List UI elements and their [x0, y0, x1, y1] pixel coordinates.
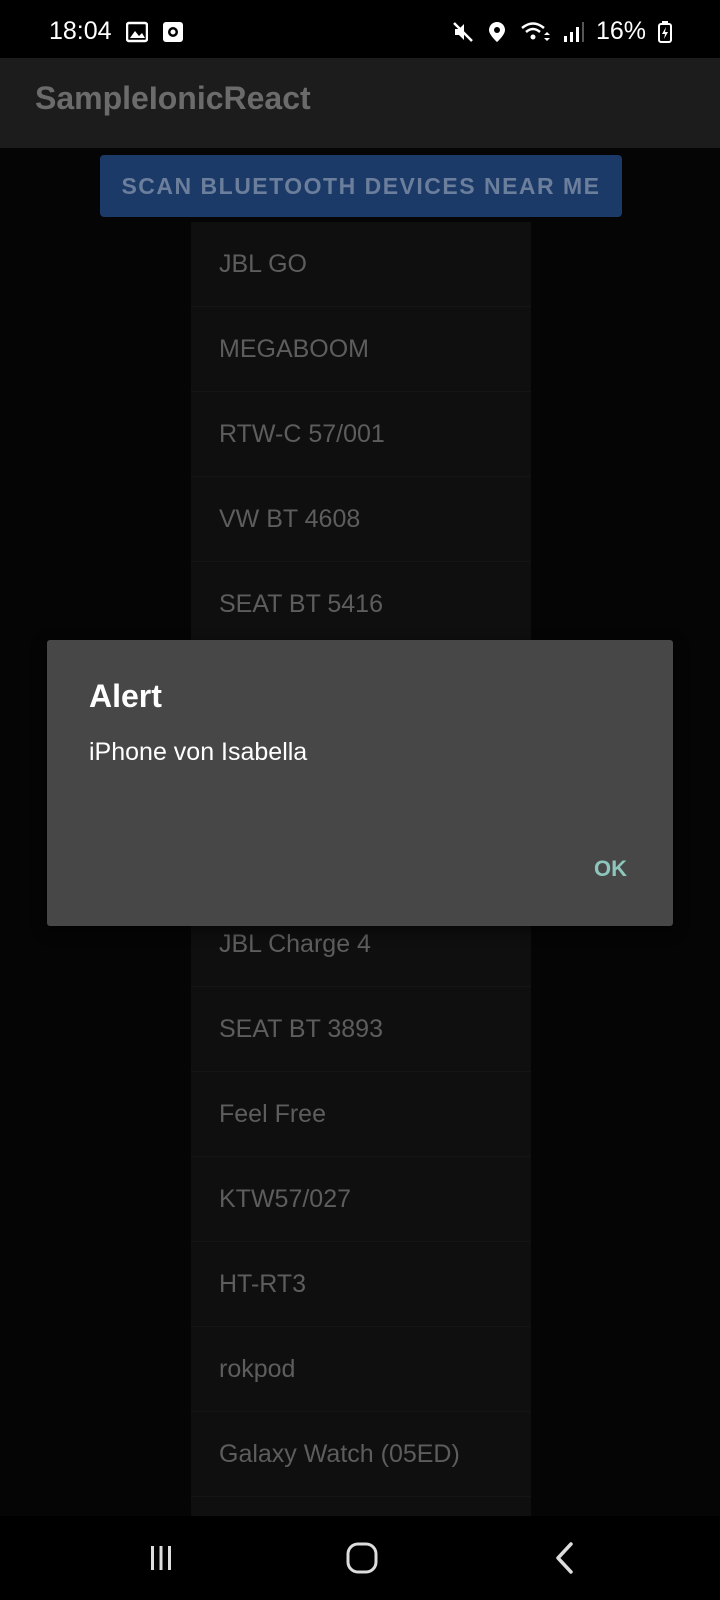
device-item[interactable]: VW BT 4608: [191, 477, 531, 562]
gallery-icon: [125, 21, 148, 43]
device-item[interactable]: SEAT BT 3893: [191, 987, 531, 1072]
app-header: SampleIonicReact: [0, 58, 720, 148]
status-right: 16%: [452, 17, 672, 46]
battery-charging-icon: [658, 20, 672, 43]
app-title: SampleIonicReact: [35, 80, 311, 116]
device-item[interactable]: RTW-C 57/001: [191, 392, 531, 477]
device-item[interactable]: Feel Free: [191, 1072, 531, 1157]
device-item[interactable]: KTW57/027: [191, 1157, 531, 1242]
device-item[interactable]: Galaxy Watch (05ED): [191, 1412, 531, 1497]
status-time: 18:04: [49, 17, 112, 45]
device-item[interactable]: SEAT BT 5416: [191, 562, 531, 647]
back-icon[interactable]: [545, 1538, 585, 1578]
signal-icon: [562, 21, 584, 43]
wifi-icon: [520, 21, 550, 43]
alert-dialog: Alert iPhone von Isabella OK: [47, 640, 673, 926]
device-item[interactable]: MEGABOOM: [191, 307, 531, 392]
device-item[interactable]: rokpod: [191, 1327, 531, 1412]
status-left: 18:04: [49, 17, 184, 46]
scan-bluetooth-button[interactable]: SCAN BLUETOOTH DEVICES NEAR ME: [100, 155, 622, 217]
status-bar: 18:04 16%: [0, 0, 720, 58]
home-icon[interactable]: [342, 1538, 382, 1578]
device-item[interactable]: JBL GO: [191, 222, 531, 307]
recent-apps-icon[interactable]: [141, 1538, 181, 1578]
battery-percent: 16%: [595, 17, 646, 45]
device-item[interactable]: HT-RT3: [191, 1242, 531, 1327]
ok-button[interactable]: OK: [594, 856, 627, 882]
location-icon: [486, 21, 508, 43]
mute-icon: [452, 21, 474, 43]
dialog-message: iPhone von Isabella: [89, 738, 308, 766]
dialog-title: Alert: [89, 678, 162, 714]
navigation-bar: [0, 1516, 720, 1600]
screen-record-icon: [162, 21, 184, 43]
